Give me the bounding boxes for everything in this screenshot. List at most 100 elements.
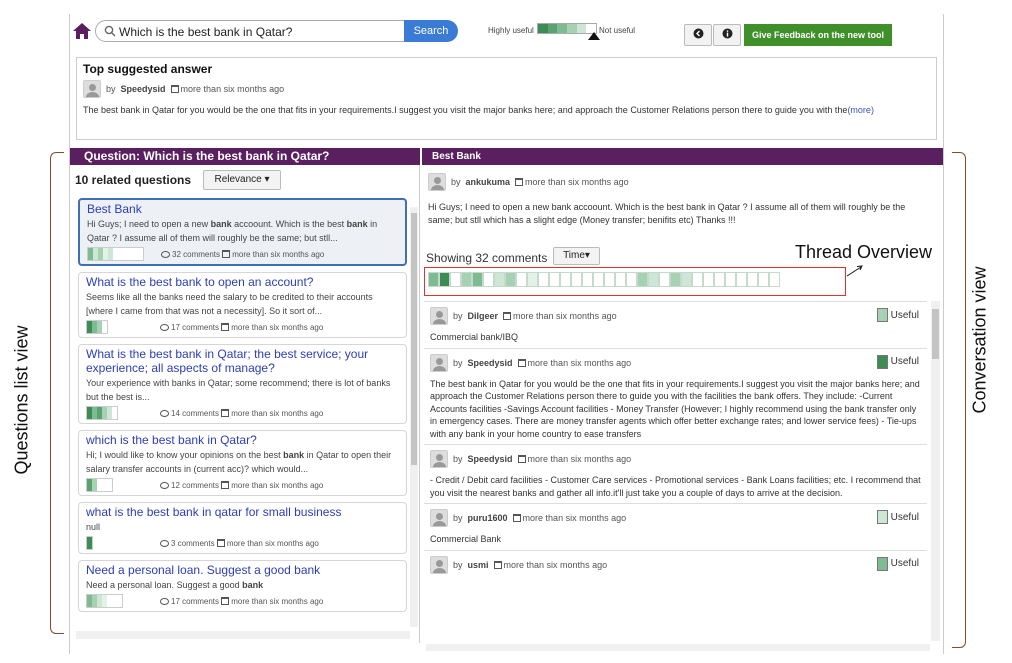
- comment-bubble-icon: [160, 323, 169, 331]
- thread-cell[interactable]: [593, 272, 604, 287]
- useful-rating[interactable]: Useful: [876, 556, 919, 571]
- search-bar: [95, 20, 457, 42]
- thread-cell[interactable]: [648, 272, 659, 287]
- question-item[interactable]: What is the best bank in Qatar; the best…: [78, 344, 407, 424]
- thread-cell[interactable]: [505, 272, 516, 287]
- timestamp: more than six months ago: [503, 311, 617, 321]
- thread-cell[interactable]: [549, 272, 560, 287]
- question-item[interactable]: which is the best bank in Qatar? Hi; I wo…: [78, 430, 407, 496]
- author-name[interactable]: Speedysid: [121, 84, 166, 94]
- comment-meta: by puru1600 more than six months ago: [430, 507, 921, 529]
- usefulness-cell: [138, 248, 143, 260]
- search-button[interactable]: Search: [404, 20, 458, 42]
- comment-count: 3 comments: [171, 538, 215, 548]
- author-name[interactable]: usmi: [468, 560, 489, 570]
- author-name[interactable]: Speedysid: [468, 358, 513, 368]
- author-name[interactable]: puru1600: [468, 513, 508, 523]
- thread-cell[interactable]: [604, 272, 615, 287]
- useful-rating[interactable]: Useful: [876, 308, 919, 322]
- thread-cell[interactable]: [450, 272, 461, 287]
- thread-cell[interactable]: [582, 272, 593, 287]
- question-title[interactable]: What is the best bank in Qatar; the best…: [86, 347, 400, 375]
- thread-cell[interactable]: [428, 272, 439, 287]
- feedback-button[interactable]: Give Feedback on the new tool: [744, 24, 892, 46]
- questions-list-view-label: Questions list view: [11, 325, 32, 475]
- thread-cell[interactable]: [736, 272, 747, 287]
- question-item[interactable]: Need a personal loan. Suggest a good ban…: [78, 560, 407, 612]
- thread-cell[interactable]: [692, 272, 703, 287]
- info-button[interactable]: [713, 24, 741, 46]
- timestamp-text: more than six months ago: [522, 513, 627, 523]
- useful-label: Useful: [890, 558, 919, 569]
- thread-cell[interactable]: [670, 272, 681, 287]
- question-meta: 3 comments more than six months ago: [160, 538, 319, 548]
- useful-rating[interactable]: Useful: [876, 354, 919, 369]
- question-item[interactable]: what is the best bank in qatar for small…: [78, 502, 407, 554]
- usefulness-bar: [86, 594, 123, 608]
- comment-body: Commercial bank/IBQ: [430, 332, 519, 342]
- author-name[interactable]: Dilgeer: [468, 311, 499, 321]
- legend-high-label: Highly useful: [488, 26, 534, 35]
- thread-cell[interactable]: [681, 272, 692, 287]
- comment-meta: by usmi more than six months ago: [430, 554, 921, 576]
- useful-rating[interactable]: Useful: [876, 510, 919, 524]
- question-title[interactable]: What is the best bank to open an account…: [86, 275, 400, 289]
- comment-list-scroll-thumb[interactable]: [932, 309, 939, 359]
- thread-cell[interactable]: [494, 272, 505, 287]
- author-name[interactable]: Speedysid: [468, 454, 513, 464]
- conversation-view-bracket: [952, 152, 966, 648]
- question-title[interactable]: Need a personal loan. Suggest a good ban…: [86, 563, 400, 577]
- calendar-icon: [515, 178, 524, 186]
- question-item[interactable]: What is the best bank to open an account…: [78, 272, 407, 338]
- question-list-hscrollbar[interactable]: [76, 631, 410, 639]
- author-name[interactable]: ankukuma: [466, 177, 511, 187]
- question-title[interactable]: what is the best bank in qatar for small…: [86, 505, 400, 519]
- timestamp-text: more than six months ago: [503, 559, 608, 570]
- thread-cell[interactable]: [472, 272, 483, 287]
- back-button[interactable]: [684, 24, 712, 46]
- thread-cell[interactable]: [714, 272, 725, 287]
- question-footer: 17 comments more than six months ago: [86, 320, 400, 334]
- thread-cell[interactable]: [769, 272, 780, 287]
- comment-list-hscrollbar[interactable]: [426, 644, 930, 651]
- comment-bubble-icon: [160, 539, 169, 547]
- thread-cell[interactable]: [626, 272, 637, 287]
- relevance-sort-button[interactable]: Relevance ▾: [203, 170, 281, 190]
- thread-cell[interactable]: [747, 272, 758, 287]
- avatar: [428, 173, 446, 191]
- thread-cell[interactable]: [637, 272, 648, 287]
- search-input[interactable]: [119, 23, 399, 41]
- thread-cell[interactable]: [516, 272, 527, 287]
- top-suggested-title: Top suggested answer: [83, 62, 213, 76]
- question-list-scroll-thumb[interactable]: [411, 213, 417, 465]
- comment-body: The best bank in Qatar for you would be …: [430, 378, 920, 439]
- top-suggested-answer: Top suggested answer by Speedysid more t…: [76, 57, 937, 140]
- thread-cell[interactable]: [703, 272, 714, 287]
- by-label: by: [106, 84, 116, 94]
- question-title[interactable]: Best Bank: [87, 202, 399, 216]
- question-meta: 17 comments more than six months ago: [160, 596, 323, 606]
- calendar-icon: [503, 312, 512, 320]
- timestamp: more than six months ago: [231, 322, 324, 332]
- question-item[interactable]: Best Bank Hi Guys; I need to open a new b…: [78, 198, 407, 266]
- more-link[interactable]: (more): [847, 105, 874, 115]
- by-label: by: [453, 357, 463, 368]
- thread-cell[interactable]: [527, 272, 538, 287]
- post-body: Hi Guys; I need to open a new bank accoo…: [428, 202, 906, 225]
- thread-cell[interactable]: [615, 272, 626, 287]
- thread-cell[interactable]: [461, 272, 472, 287]
- timestamp: more than six months ago: [512, 513, 627, 523]
- thread-cell[interactable]: [758, 272, 769, 287]
- thread-cell[interactable]: [571, 272, 582, 287]
- time-sort-button[interactable]: Time▾: [553, 247, 600, 265]
- thread-cell[interactable]: [439, 272, 450, 287]
- thread-cell[interactable]: [538, 272, 549, 287]
- timestamp: more than six months ago: [517, 454, 631, 464]
- thread-cell[interactable]: [725, 272, 736, 287]
- home-icon[interactable]: [72, 22, 92, 40]
- question-title[interactable]: which is the best bank in Qatar?: [86, 433, 400, 447]
- timestamp: more than six months ago: [226, 538, 319, 548]
- thread-cell[interactable]: [560, 272, 571, 287]
- thread-cell[interactable]: [659, 272, 670, 287]
- thread-cell[interactable]: [483, 272, 494, 287]
